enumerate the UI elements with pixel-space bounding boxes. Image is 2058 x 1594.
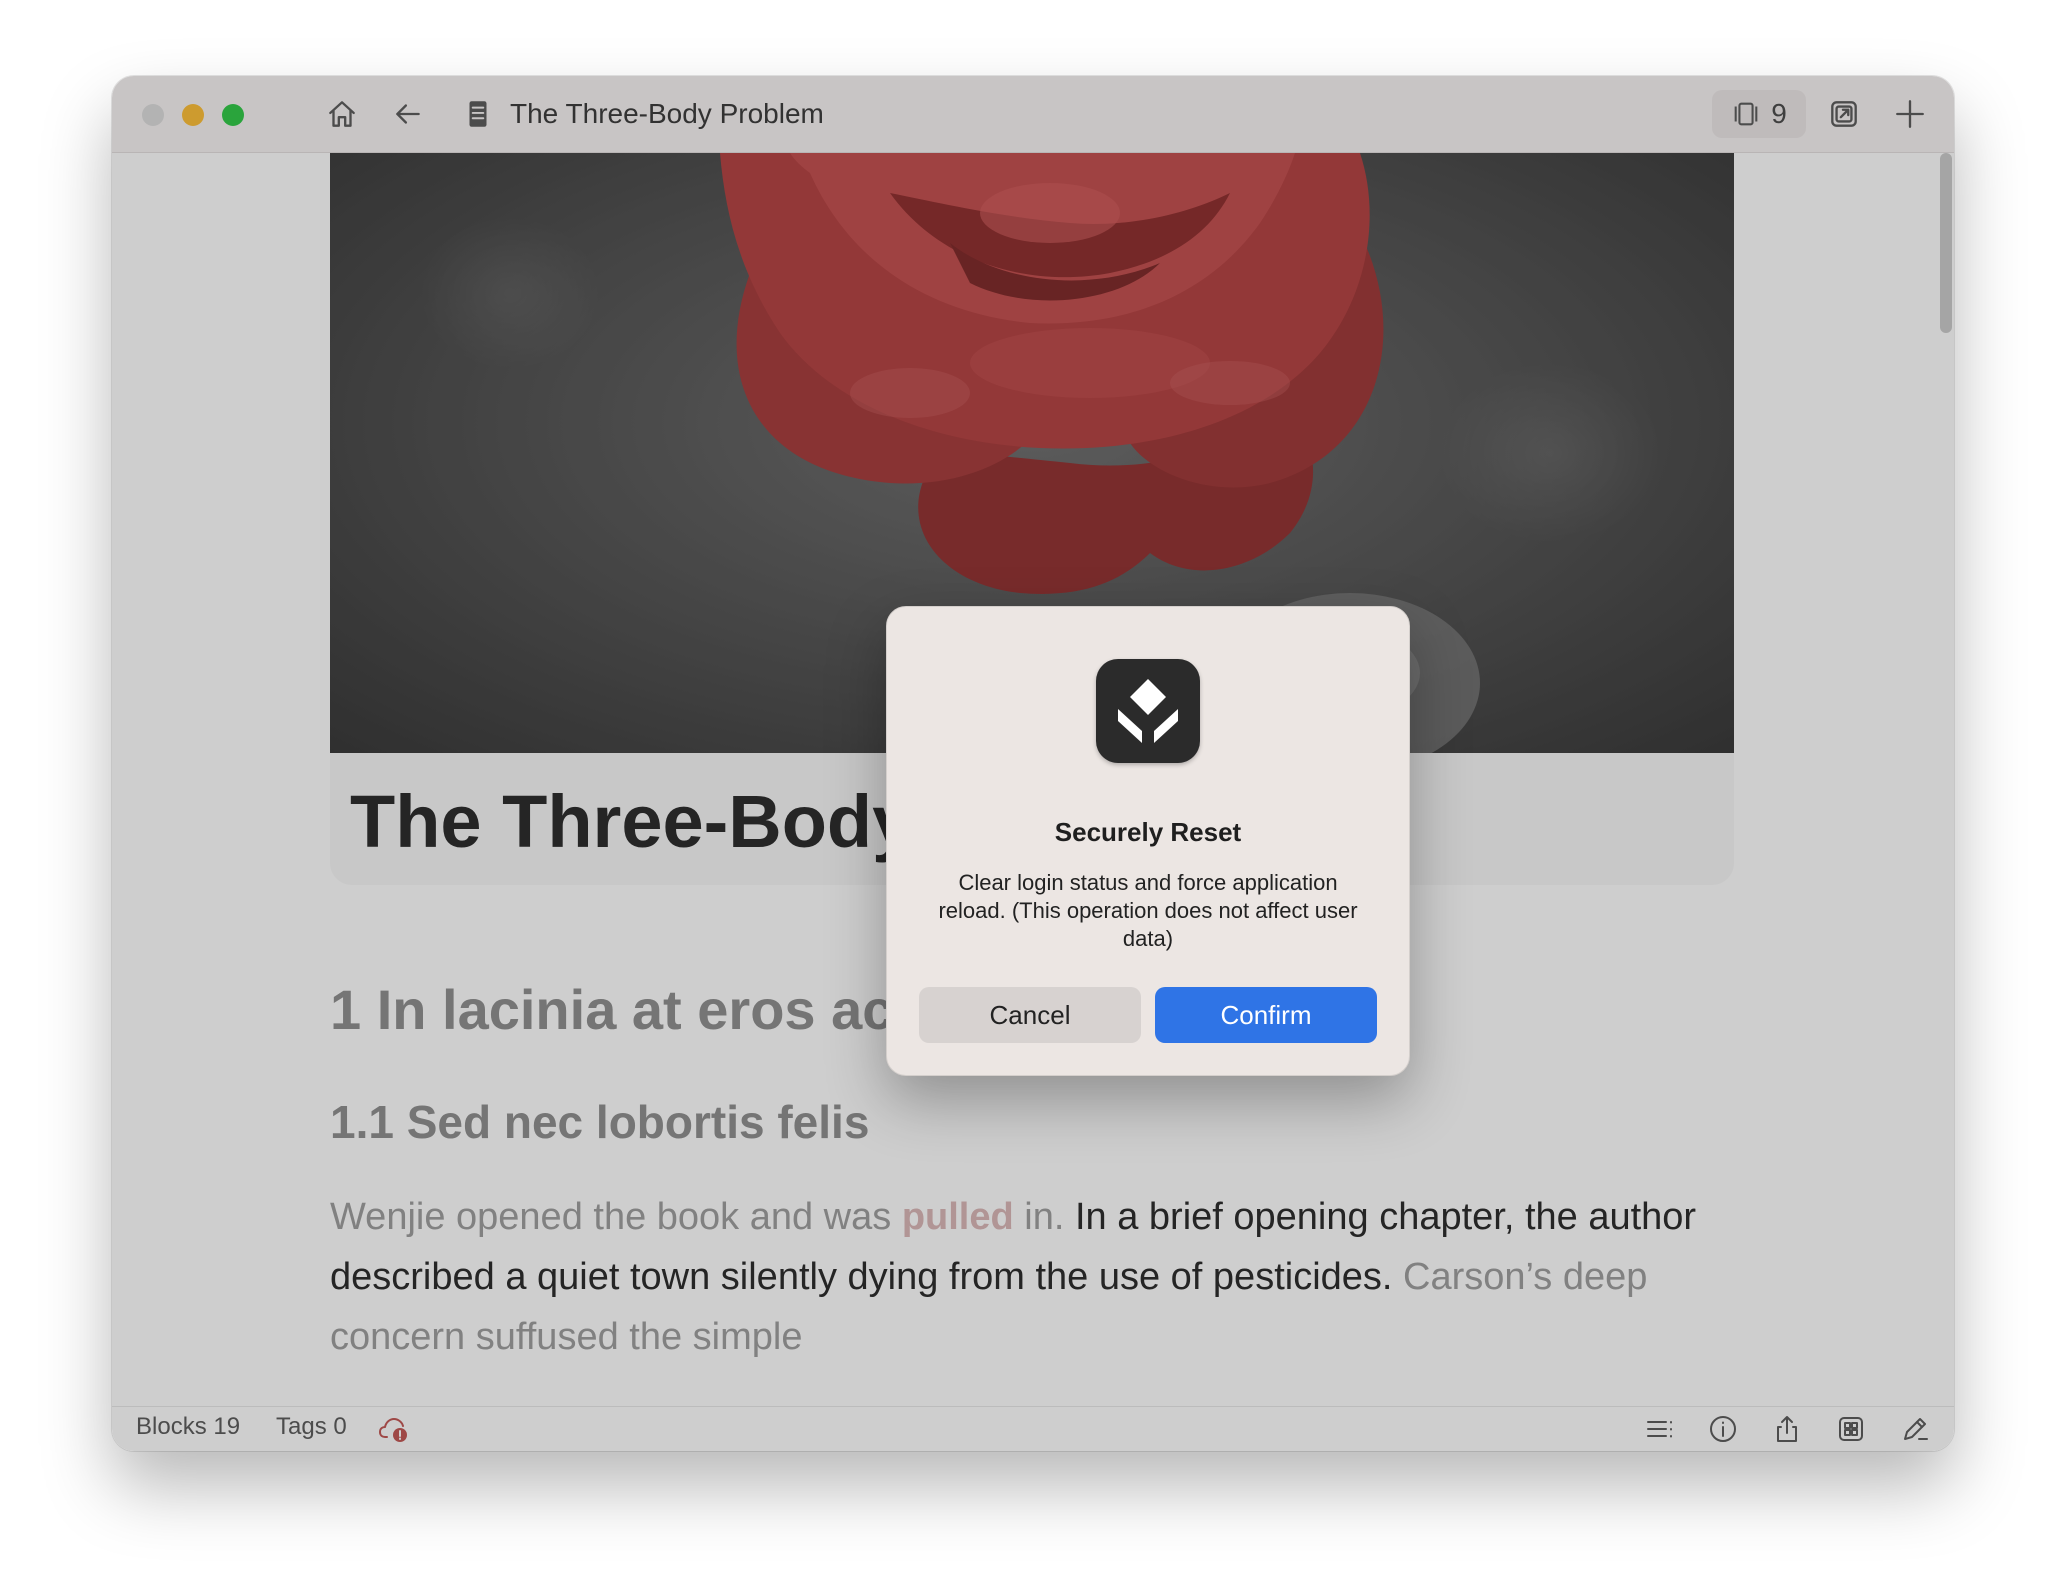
securely-reset-dialog: Securely Reset Clear login status and fo…: [886, 606, 1410, 1076]
dialog-title: Securely Reset: [1054, 817, 1242, 847]
dialog-message: Clear login status and force application…: [938, 870, 1358, 951]
app-window: The Three-Body Problem 9 The Three-Body …: [112, 76, 1954, 1451]
confirm-button[interactable]: Confirm: [1155, 987, 1377, 1043]
cancel-button[interactable]: Cancel: [919, 987, 1141, 1043]
app-logo-icon: [1096, 659, 1200, 763]
